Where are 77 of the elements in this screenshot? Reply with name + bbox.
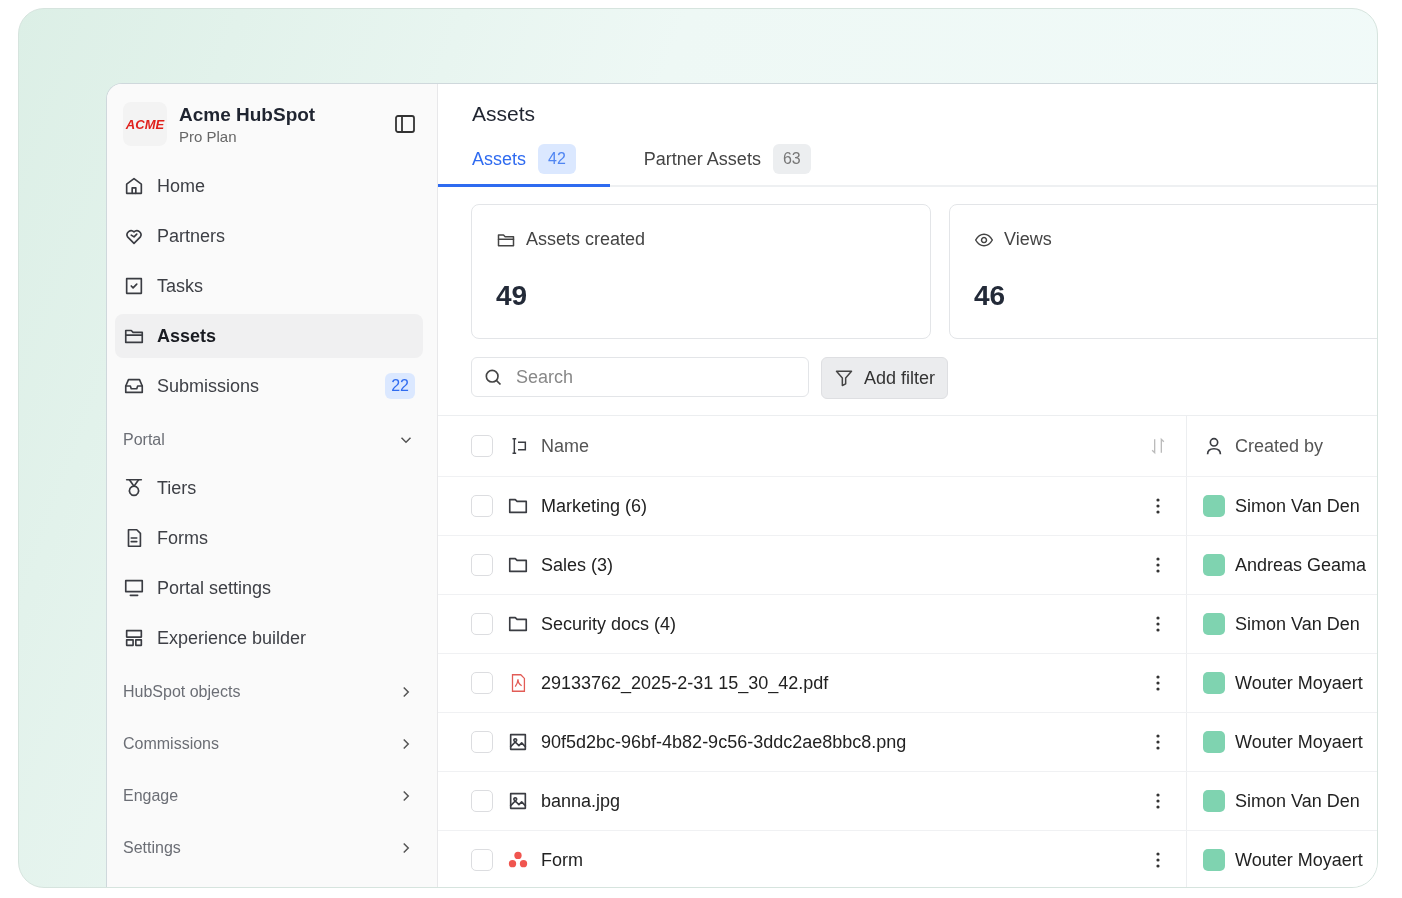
avatar <box>1203 731 1225 753</box>
file-name[interactable]: Sales (3) <box>541 554 1144 576</box>
image-icon <box>507 790 529 812</box>
creator-name: Wouter Moyaert <box>1235 849 1363 871</box>
sidebar-item[interactable]: Portal settings <box>115 566 423 610</box>
checkbox[interactable] <box>471 849 493 871</box>
sidebar-section[interactable]: Portal <box>115 414 423 466</box>
avatar <box>1203 849 1225 871</box>
checkbox[interactable] <box>471 613 493 635</box>
sidebar-section[interactable]: Commissions <box>115 718 423 770</box>
sidebar-item[interactable]: Experience builder <box>115 616 423 660</box>
stat-value: 46 <box>974 280 1007 312</box>
more-options-icon[interactable] <box>1156 498 1160 514</box>
medal-icon <box>123 477 145 499</box>
sidebar-item[interactable]: Assets <box>115 314 423 358</box>
add-filter-button[interactable]: Add filter <box>821 357 949 399</box>
count-badge: 42 <box>538 144 576 174</box>
sidebar-section[interactable]: Engage <box>115 770 423 822</box>
file-name[interactable]: Form <box>541 849 1144 871</box>
stat-value: 49 <box>496 280 529 312</box>
stat-label: Assets created <box>526 229 646 250</box>
file-name[interactable]: Security docs (4) <box>541 613 1144 635</box>
sidebar-item[interactable]: Partners <box>115 214 423 258</box>
image-icon <box>507 731 529 753</box>
more-options-icon[interactable] <box>1156 557 1160 573</box>
sidebar-item[interactable]: Tasks <box>115 264 423 308</box>
sidebar-item[interactable]: Home <box>115 164 423 208</box>
more-options-icon[interactable] <box>1156 616 1160 632</box>
column-header[interactable]: Name <box>541 435 1136 457</box>
checkbox[interactable] <box>471 790 493 812</box>
creator-name: Wouter Moyaert <box>1235 672 1363 694</box>
house-icon <box>123 175 145 197</box>
creator-name: Simon Van Den <box>1235 613 1360 635</box>
layout-icon <box>123 627 145 649</box>
monitor-icon <box>123 577 145 599</box>
file-name[interactable]: 29133762_2025-2-31 15_30_42.pdf <box>541 672 1144 694</box>
workspace-name: Acme HubSpot <box>179 103 317 126</box>
creator-name: Andreas Geama <box>1235 554 1367 576</box>
checkbox[interactable] <box>471 731 493 753</box>
creator-name: Simon Van Den <box>1235 790 1360 812</box>
sidebar-item[interactable]: Forms <box>115 516 423 560</box>
checkbox[interactable] <box>471 495 493 517</box>
avatar <box>1203 672 1225 694</box>
sidebar-section[interactable]: Settings <box>115 822 423 874</box>
avatar <box>1203 495 1225 517</box>
checkbox[interactable] <box>471 672 493 694</box>
avatar <box>1203 613 1225 635</box>
sidebar-item[interactable]: Tiers <box>115 466 423 510</box>
count-badge: 22 <box>385 373 415 399</box>
file-name[interactable]: banna.jpg <box>541 790 1144 812</box>
more-options-icon[interactable] <box>1156 675 1160 691</box>
sidebar-section[interactable]: HubSpot objects <box>115 666 423 718</box>
column-header[interactable]: Created by <box>1235 435 1324 457</box>
creator-name: Simon Van Den <box>1235 495 1360 517</box>
more-options-icon[interactable] <box>1156 734 1160 750</box>
stat-label: Views <box>1004 229 1052 250</box>
sidebar-toggle-icon[interactable] <box>393 112 417 136</box>
tab[interactable]: Assets 42 <box>438 138 610 187</box>
filter-icon <box>834 368 854 388</box>
page-title: Assets <box>471 101 537 127</box>
search-field[interactable]: Search <box>471 357 809 397</box>
search-icon <box>483 367 503 387</box>
more-options-icon[interactable] <box>1156 793 1160 809</box>
avatar <box>1203 790 1225 812</box>
plan-label: Pro Plan <box>179 127 238 145</box>
checkbox-icon <box>123 275 145 297</box>
more-options-icon[interactable] <box>1156 852 1160 868</box>
checkbox[interactable] <box>471 554 493 576</box>
avatar <box>1203 554 1225 576</box>
sidebar-item[interactable]: Submissions 22 <box>115 364 423 408</box>
file-name[interactable]: 90f5d2bc-96bf-4b82-9c56-3ddc2ae8bbc8.png <box>541 731 1144 753</box>
file-name[interactable]: Marketing (6) <box>541 495 1144 517</box>
checkbox[interactable] <box>471 435 493 457</box>
creator-name: Wouter Moyaert <box>1235 731 1363 753</box>
count-badge: 63 <box>772 144 811 174</box>
tab[interactable]: Partner Assets 63 <box>609 138 845 187</box>
logo: ACME <box>123 102 167 146</box>
